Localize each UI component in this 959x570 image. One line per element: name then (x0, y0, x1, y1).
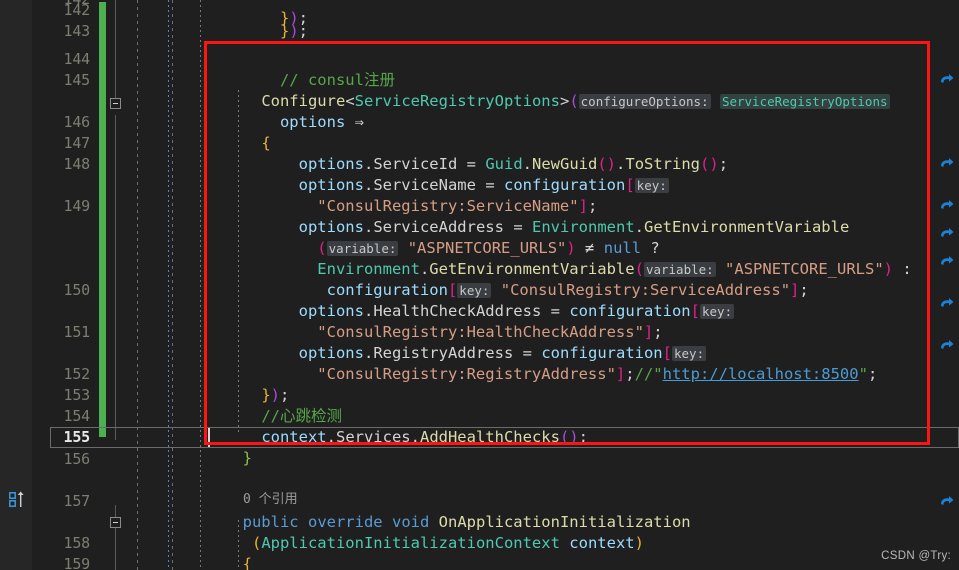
code-line[interactable]: Environment.GetEnvironmentVariable(varia… (0, 238, 959, 278)
code-line[interactable]: options.RegistryAddress = configuration[… (0, 322, 959, 362)
watermark: CSDN @Try: (881, 550, 951, 562)
code-line[interactable]: (variable: "ASPNETCORE_URLS") ≠ null ? (0, 217, 959, 257)
quick-action-arrow-icon[interactable] (938, 156, 956, 174)
code-line[interactable]: options.HealthCheckAddress = configurati… (0, 280, 959, 320)
code-line[interactable]: configuration[key: "ConsulRegistry:Servi… (0, 259, 959, 299)
code-line[interactable]: options.ServiceId = Guid.NewGuid().ToStr… (0, 133, 959, 173)
code-line[interactable]: "ConsulRegistry:RegistryAddress"];//"htt… (0, 343, 959, 383)
code-editor[interactable]: 142 142 143 144 145 146 147 148 149 150 … (0, 0, 959, 570)
code-line[interactable]: context.Services.AddHealthChecks(); (0, 406, 959, 446)
quick-action-arrow-icon[interactable] (938, 198, 956, 216)
quick-action-arrow-icon[interactable] (938, 254, 956, 272)
code-line[interactable]: "ConsulRegistry:ServiceName"]; (0, 175, 959, 215)
quick-action-arrow-icon[interactable] (938, 72, 956, 90)
code-line[interactable]: var IApplicationBuilder app = context.Ge… (0, 554, 959, 570)
code-line[interactable]: options.ServiceAddress = Environment.Get… (0, 196, 959, 236)
quick-action-arrow-icon[interactable] (938, 494, 956, 512)
code-line[interactable]: options.ServiceName = configuration[key: (0, 154, 959, 194)
code-line[interactable]: // consul注册 (0, 49, 959, 89)
code-line[interactable]: Configure<ServiceRegistryOptions>(config… (0, 70, 959, 110)
code-line[interactable]: //心跳检测 (0, 385, 959, 425)
code-line[interactable]: }); (0, 0, 959, 40)
code-line[interactable]: { (0, 533, 959, 570)
text-cursor (208, 428, 210, 447)
quick-action-arrow-icon[interactable] (938, 296, 956, 314)
code-line[interactable]: { (0, 112, 959, 152)
quick-action-arrow-icon[interactable] (938, 226, 956, 244)
code-line[interactable]: }); (0, 364, 959, 404)
code-line[interactable]: options ⇒ (0, 91, 959, 131)
code-line-current[interactable]: } (0, 427, 959, 467)
code-line[interactable]: "ConsulRegistry:HealthCheckAddress"]; (0, 301, 959, 341)
code-line[interactable]: (ApplicationInitializationContext contex… (0, 512, 959, 552)
quick-action-arrow-icon[interactable] (938, 338, 956, 356)
code-text-layer[interactable]: }); }); // consul注册 Configure<ServiceReg… (0, 0, 959, 570)
code-line[interactable]: public override void OnApplicationInitia… (0, 491, 959, 531)
